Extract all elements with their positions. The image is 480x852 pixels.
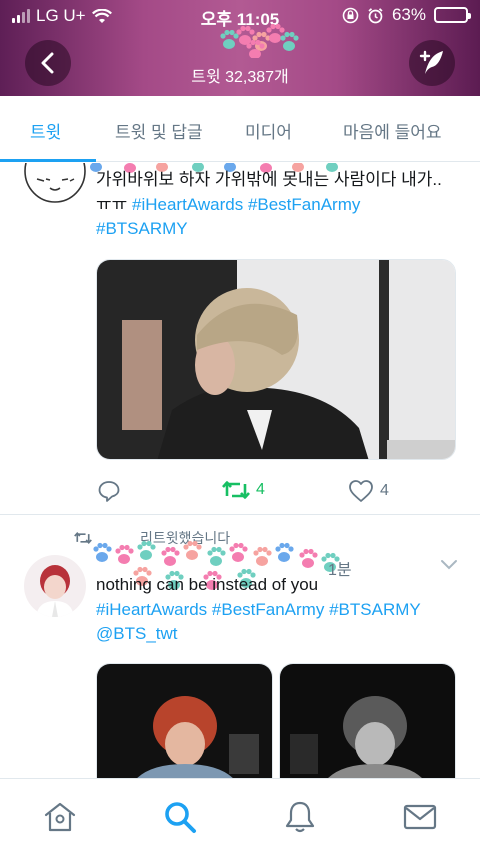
rotation-lock-icon bbox=[342, 7, 359, 23]
battery-icon bbox=[434, 7, 471, 23]
tab-media[interactable]: 미디어 bbox=[245, 118, 292, 143]
reply-button[interactable] bbox=[97, 479, 121, 503]
tweet-media-image[interactable] bbox=[279, 663, 456, 778]
retweet-icon bbox=[222, 481, 250, 499]
tweet-divider bbox=[0, 514, 480, 515]
hashtag[interactable]: #BTSARMY bbox=[96, 219, 188, 238]
retweet-count: 4 bbox=[256, 481, 265, 498]
profile-tabs: 트윗 트윗 및 답글 미디어 마음에 들어요 bbox=[0, 96, 480, 162]
tab-likes[interactable]: 마음에 들어요 bbox=[343, 118, 442, 143]
tweet-text: nothing can be instead of you #iHeartAwa… bbox=[96, 573, 471, 647]
home-icon bbox=[44, 802, 76, 832]
nav-notifications[interactable] bbox=[280, 797, 320, 837]
hashtag[interactable]: #BestFanArmy bbox=[212, 600, 324, 619]
nav-messages[interactable] bbox=[400, 797, 440, 837]
chevron-down-icon[interactable] bbox=[440, 559, 458, 571]
tweet-text-line: 가위바위보 하자 가위밖에 못내는 사람이다 내가.. bbox=[96, 170, 442, 189]
tab-indicator bbox=[0, 159, 96, 162]
nav-home[interactable] bbox=[40, 797, 80, 837]
bottom-tab-bar bbox=[0, 778, 480, 852]
compose-tweet-button[interactable] bbox=[409, 40, 455, 86]
mail-icon bbox=[403, 804, 437, 830]
alarm-icon bbox=[368, 7, 383, 23]
hashtag[interactable]: #iHeartAwards bbox=[132, 195, 243, 214]
bell-icon bbox=[285, 801, 315, 833]
avatar[interactable] bbox=[24, 555, 86, 617]
tweet-media-image[interactable] bbox=[96, 259, 456, 460]
hashtag[interactable]: #BTSARMY bbox=[329, 600, 421, 619]
reply-icon bbox=[98, 481, 120, 502]
tab-tweets-and-replies[interactable]: 트윗 및 답글 bbox=[115, 118, 203, 143]
feather-plus-icon bbox=[419, 50, 443, 74]
heart-icon bbox=[349, 480, 373, 502]
tab-tweets[interactable]: 트윗 bbox=[30, 118, 61, 143]
profile-header: LG U+ 오후 11:05 63% 트윗 32,387개 bbox=[0, 0, 480, 96]
search-icon bbox=[165, 802, 196, 833]
tweet-count: 트윗 32,387개 bbox=[191, 69, 289, 86]
avatar[interactable] bbox=[22, 163, 88, 207]
mention[interactable]: @BTS_twt bbox=[96, 624, 178, 643]
redacted-name-sticker bbox=[220, 23, 299, 58]
battery-percent: 63% bbox=[391, 5, 426, 24]
tweet-media-image[interactable] bbox=[96, 663, 273, 778]
photo-image bbox=[280, 664, 455, 778]
nav-search[interactable] bbox=[160, 797, 200, 837]
tweet-text-line: ㅠㅠ bbox=[96, 194, 128, 214]
hashtag[interactable]: #iHeartAwards bbox=[96, 600, 207, 619]
tweet-feed[interactable]: 가위바위보 하자 가위밖에 못내는 사람이다 내가.. ㅠㅠ #iHeartAw… bbox=[0, 163, 480, 778]
retweet-button[interactable]: 4 bbox=[222, 479, 265, 501]
hashtag[interactable]: #BestFanArmy bbox=[248, 195, 360, 214]
like-button[interactable]: 4 bbox=[348, 479, 389, 503]
tweet-text: 가위바위보 하자 가위밖에 못내는 사람이다 내가.. ㅠㅠ #iHeartAw… bbox=[96, 168, 466, 242]
photo-image bbox=[97, 664, 272, 778]
photo-image bbox=[97, 260, 455, 459]
tweet-text-line: nothing can be instead of you bbox=[96, 575, 319, 594]
like-count: 4 bbox=[380, 482, 389, 499]
